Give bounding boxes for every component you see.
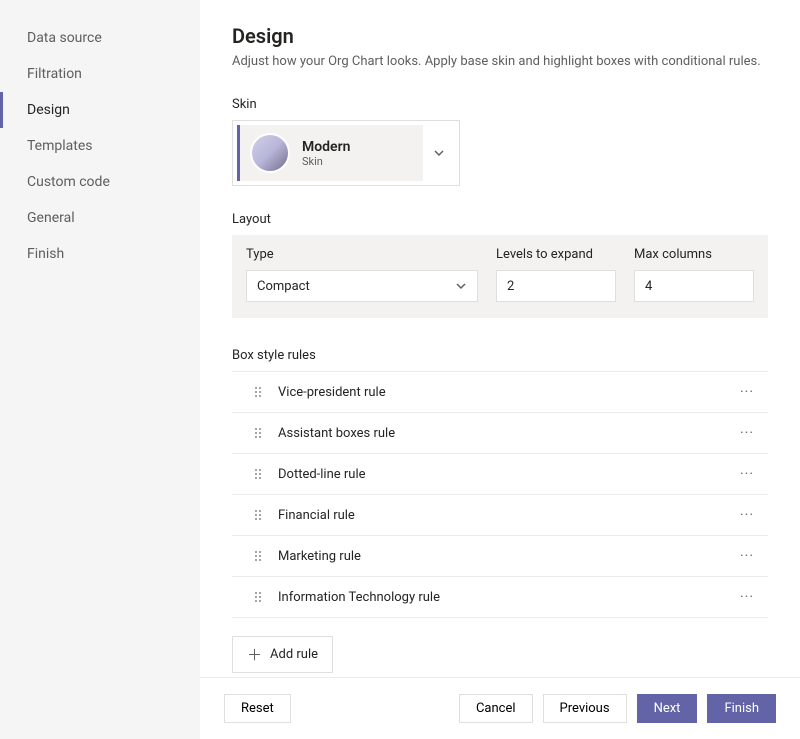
add-rule-label: Add rule (270, 647, 318, 662)
cancel-button[interactable]: Cancel (459, 694, 533, 723)
chevron-down-icon (455, 280, 467, 292)
drag-handle-icon[interactable] (254, 427, 264, 439)
drag-handle-icon[interactable] (254, 468, 264, 480)
reset-button[interactable]: Reset (224, 694, 291, 723)
drag-handle-icon[interactable] (254, 509, 264, 521)
layout-box: Type Compact Levels to expand Max column… (232, 235, 768, 318)
sidebar: Data source Filtration Design Templates … (0, 0, 200, 739)
type-value: Compact (257, 279, 310, 294)
page-title: Design (232, 24, 768, 48)
skin-texts: Modern Skin (302, 139, 413, 168)
finish-button[interactable]: Finish (707, 694, 776, 723)
avatar (250, 133, 290, 173)
rule-row[interactable]: Vice-president rule ··· (232, 371, 768, 413)
page-subtitle: Adjust how your Org Chart looks. Apply b… (232, 54, 768, 69)
drag-handle-icon[interactable] (254, 591, 264, 603)
content: Design Adjust how your Org Chart looks. … (200, 0, 800, 677)
skin-sub: Skin (302, 155, 413, 168)
skin-section-label: Skin (232, 97, 768, 112)
maxcols-input[interactable] (634, 270, 754, 302)
next-button[interactable]: Next (637, 694, 698, 723)
footer: Reset Cancel Previous Next Finish (200, 677, 800, 739)
rule-name: Dotted-line rule (278, 467, 732, 482)
levels-label: Levels to expand (496, 247, 616, 262)
more-icon[interactable]: ··· (732, 589, 762, 605)
skin-name: Modern (302, 139, 413, 155)
more-icon[interactable]: ··· (732, 466, 762, 482)
plus-icon: ＋ (247, 644, 262, 665)
sidebar-item-data-source[interactable]: Data source (0, 20, 200, 56)
type-label: Type (246, 247, 478, 262)
rule-row[interactable]: Information Technology rule ··· (232, 577, 768, 618)
main: Design Adjust how your Org Chart looks. … (200, 0, 800, 739)
chevron-down-icon[interactable] (423, 125, 455, 181)
rule-name: Assistant boxes rule (278, 426, 732, 441)
maxcols-label: Max columns (634, 247, 754, 262)
skin-selector[interactable]: Modern Skin (232, 120, 460, 186)
previous-button[interactable]: Previous (543, 694, 627, 723)
sidebar-item-custom-code[interactable]: Custom code (0, 164, 200, 200)
rule-row[interactable]: Marketing rule ··· (232, 536, 768, 577)
rules-list: Vice-president rule ··· Assistant boxes … (232, 371, 768, 618)
sidebar-item-general[interactable]: General (0, 200, 200, 236)
rules-section-label: Box style rules (232, 348, 768, 363)
skin-card: Modern Skin (237, 125, 423, 181)
drag-handle-icon[interactable] (254, 550, 264, 562)
sidebar-item-finish[interactable]: Finish (0, 236, 200, 272)
sidebar-item-filtration[interactable]: Filtration (0, 56, 200, 92)
rule-name: Marketing rule (278, 549, 732, 564)
rule-name: Vice-president rule (278, 385, 732, 400)
type-select[interactable]: Compact (246, 270, 478, 302)
more-icon[interactable]: ··· (732, 384, 762, 400)
drag-handle-icon[interactable] (254, 386, 264, 398)
rule-row[interactable]: Assistant boxes rule ··· (232, 413, 768, 454)
levels-input[interactable] (496, 270, 616, 302)
rule-row[interactable]: Financial rule ··· (232, 495, 768, 536)
rule-name: Information Technology rule (278, 590, 732, 605)
more-icon[interactable]: ··· (732, 425, 762, 441)
sidebar-item-templates[interactable]: Templates (0, 128, 200, 164)
layout-section-label: Layout (232, 212, 768, 227)
more-icon[interactable]: ··· (732, 507, 762, 523)
rule-row[interactable]: Dotted-line rule ··· (232, 454, 768, 495)
more-icon[interactable]: ··· (732, 548, 762, 564)
sidebar-item-design[interactable]: Design (0, 92, 200, 128)
add-rule-button[interactable]: ＋ Add rule (232, 636, 333, 673)
rule-name: Financial rule (278, 508, 732, 523)
